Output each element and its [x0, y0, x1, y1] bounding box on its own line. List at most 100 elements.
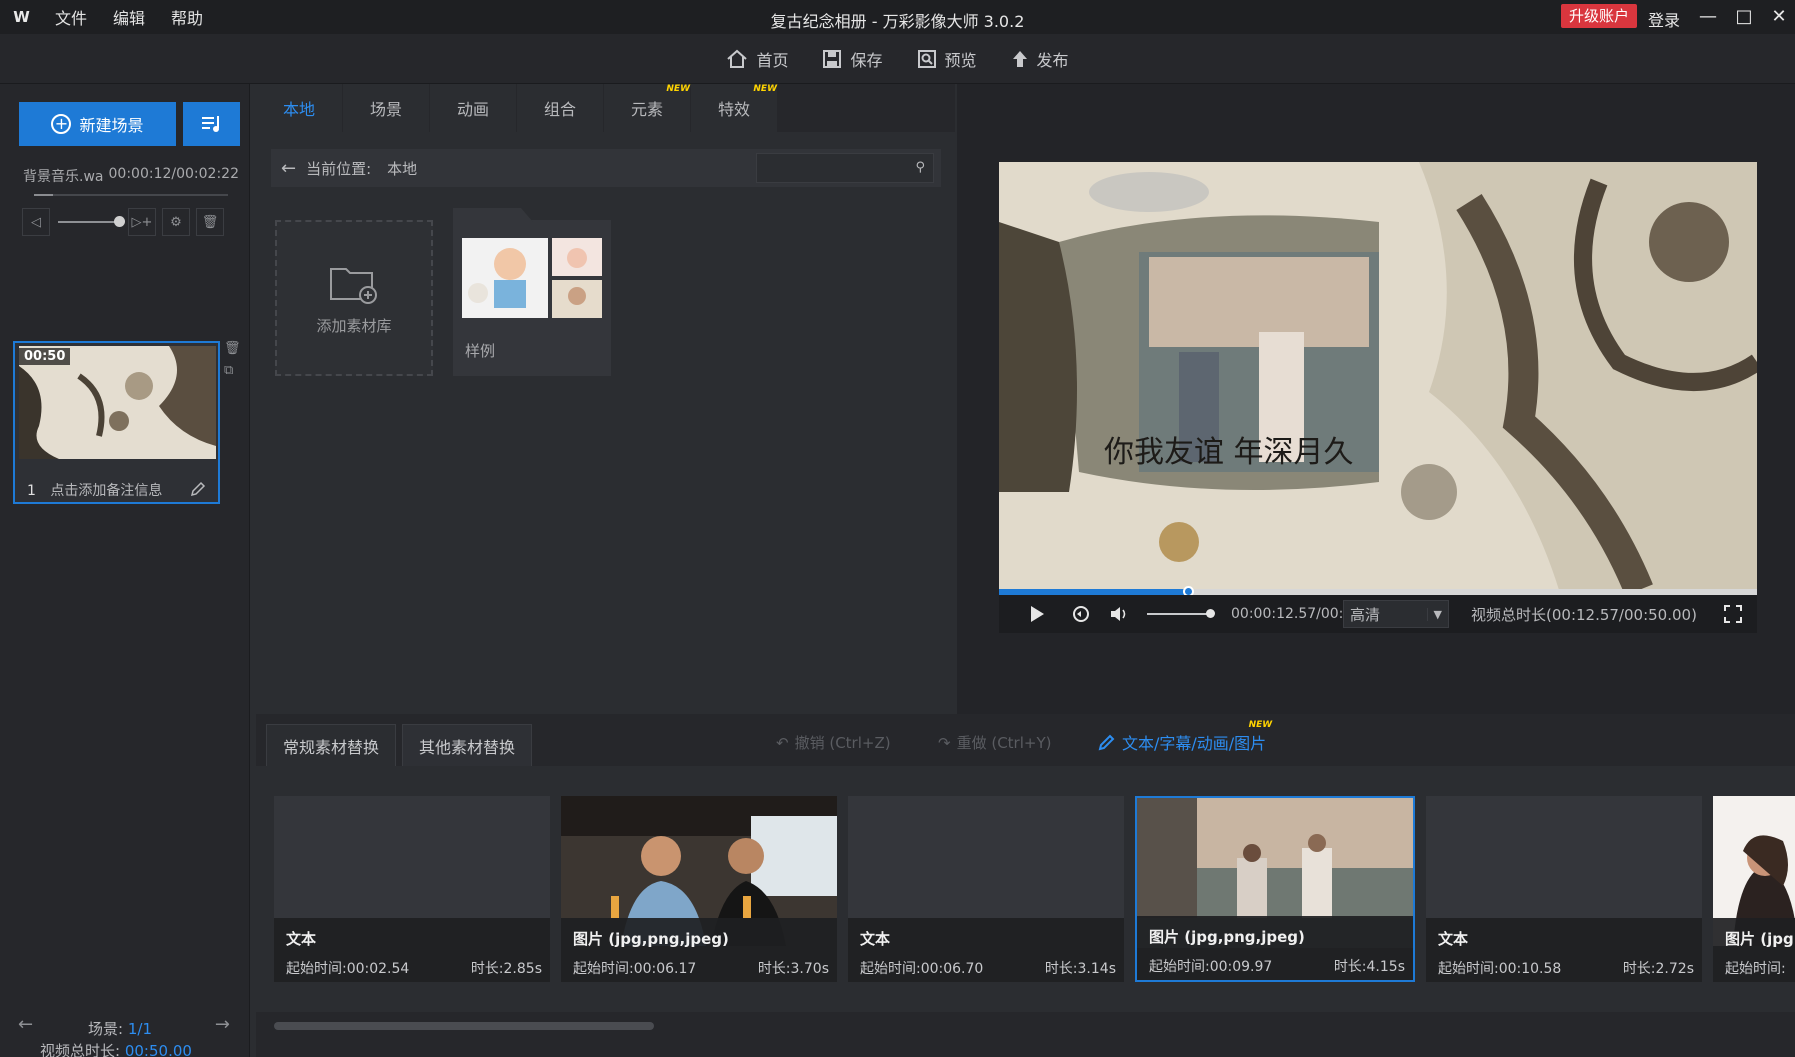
home-button[interactable]: 首页 — [726, 47, 788, 71]
menu-file[interactable]: 文件 — [55, 5, 87, 29]
search-icon[interactable]: ⚲ — [915, 160, 925, 175]
video-preview[interactable]: 你我友谊 年深月久 — [999, 162, 1757, 590]
edit-text-animation-link[interactable]: 文本/字幕/动画/图片 NEW — [1098, 720, 1272, 754]
tab-scene-label: 场景 — [369, 100, 402, 119]
material-replace-panel: 常规素材替换 其他素材替换 ↶ 撤销 (Ctrl+Z) ↷ 重做 (Ctrl+Y… — [256, 714, 1795, 1057]
scene-count-value: 1/1 — [127, 1020, 152, 1038]
total-duration: 视频总时长: 00:50.00 — [40, 1040, 192, 1057]
material-caption: 文本 起始时间:00:10.58 时长:2.72s — [1426, 918, 1702, 982]
edit-icon[interactable] — [190, 481, 206, 497]
video-controls: 00:00:12.57/00:00:50 高清 ▼ 视频总时长(00:12.57… — [999, 595, 1757, 633]
tab-local-label: 本地 — [282, 100, 315, 119]
pencil-icon — [1098, 734, 1115, 751]
material-kind: 文本 — [860, 930, 891, 948]
scene-card[interactable]: 00:50 1 点击添加备注信息 — [13, 341, 220, 504]
material-start: 起始时间:00:10.58 — [1438, 961, 1562, 977]
material-item[interactable]: 文本 起始时间:00:10.58 时长:2.72s — [1426, 796, 1702, 982]
tab-scene[interactable]: 场景 — [343, 84, 429, 132]
tab-group[interactable]: 组合 — [517, 84, 603, 132]
preview-button[interactable]: 预览 — [917, 47, 977, 71]
chevron-down-icon: ▼ — [1426, 607, 1442, 621]
material-strip: 文本 起始时间:00:02.54 时长:2.85s 图片 (jpg,png,jp… — [256, 766, 1795, 1012]
undo-button[interactable]: ↶ 撤销 (Ctrl+Z) — [776, 732, 891, 753]
material-start: 起始时间:00:02.54 — [286, 961, 410, 977]
copy-scene-icon[interactable]: ⧉ — [224, 363, 233, 378]
volume-down-icon[interactable]: ◁ — [22, 208, 50, 236]
menu-bar: 文件 编辑 帮助 — [42, 5, 216, 29]
tab-other-replace[interactable]: 其他素材替换 — [402, 724, 533, 766]
next-scene-icon[interactable]: → — [215, 1014, 230, 1035]
menu-edit[interactable]: 编辑 — [113, 5, 145, 29]
save-button[interactable]: 保存 — [822, 47, 883, 71]
folder-add-icon — [330, 267, 377, 304]
menu-help[interactable]: 帮助 — [171, 5, 203, 29]
tab-animation[interactable]: 动画 — [430, 84, 516, 132]
sample-folder[interactable]: 样例 — [453, 208, 611, 376]
music-volume-knob[interactable] — [114, 216, 125, 227]
close-icon[interactable]: ✕ — [1766, 4, 1792, 30]
music-progress-fill — [34, 194, 54, 196]
material-item[interactable]: 文本 起始时间:00:06.70 时长:3.14s — [848, 796, 1124, 982]
video-volume-slider[interactable] — [1147, 609, 1215, 618]
back-arrow-icon[interactable]: ← — [281, 158, 296, 179]
scene-note-text: 点击添加备注信息 — [50, 483, 163, 499]
upload-icon — [1012, 50, 1027, 67]
prev-scene-icon[interactable]: ← — [18, 1014, 33, 1035]
video-volume-knob[interactable] — [1206, 609, 1215, 618]
material-kind: 图片 (jpg — [1725, 930, 1794, 948]
library-search-input[interactable]: ⚲ — [756, 153, 934, 183]
material-item[interactable]: 图片 (jpg,png,jpeg) 起始时间:00:06.17 时长:3.70s — [561, 796, 837, 982]
tab-effect[interactable]: 特效 NEW — [691, 84, 777, 132]
login-button[interactable]: 登录 — [1648, 7, 1680, 31]
tab-local[interactable]: 本地 — [256, 84, 342, 132]
tab-regular-replace[interactable]: 常规素材替换 — [266, 724, 397, 766]
redo-button[interactable]: ↷ 重做 (Ctrl+Y) — [938, 732, 1051, 753]
delete-scene-icon[interactable]: 🗑 — [224, 341, 241, 356]
music-volume-slider[interactable] — [58, 216, 125, 227]
trash-icon[interactable]: 🗑 — [196, 208, 224, 236]
add-library-button[interactable]: 添加素材库 — [275, 220, 433, 376]
material-start: 起始时间: — [1725, 961, 1786, 977]
material-item[interactable]: 文本 起始时间:00:02.54 时长:2.85s — [274, 796, 550, 982]
scrollbar-thumb[interactable] — [274, 1022, 654, 1030]
new-scene-button[interactable]: + 新建场景 — [19, 102, 176, 146]
upgrade-account-button[interactable]: 升级账户 — [1561, 4, 1638, 28]
material-kind: 图片 (jpg,png,jpeg) — [1149, 928, 1305, 946]
video-timecode: 00:00:12.57/00:00:50 — [1231, 606, 1343, 622]
maximize-icon[interactable]: □ — [1731, 4, 1757, 30]
home-label: 首页 — [756, 50, 789, 70]
preview-label: 预览 — [944, 50, 977, 70]
music-progress-bar[interactable] — [34, 194, 228, 196]
material-item[interactable]: 图片 (jpg 起始时间: — [1713, 796, 1795, 982]
scene-list-button[interactable] — [183, 102, 240, 146]
scene-note[interactable]: 1 点击添加备注信息 — [27, 480, 162, 500]
material-item-selected[interactable]: 图片 (jpg,png,jpeg) 起始时间:00:09.97 时长:4.15s — [1135, 796, 1415, 982]
material-duration: 时长:2.72s — [1622, 961, 1694, 977]
undo-icon: ↶ — [776, 733, 789, 752]
volume-up-icon[interactable]: ▷+ — [128, 208, 156, 236]
save-icon — [823, 49, 842, 68]
play-icon[interactable] — [1029, 605, 1045, 623]
volume-icon[interactable] — [1109, 605, 1129, 623]
material-kind: 文本 — [1438, 930, 1469, 948]
gear-icon[interactable]: ⚙ — [162, 208, 190, 236]
scene-footer: ← → 场景: 1/1 视频总时长: 00:50.00 — [0, 1004, 250, 1057]
quality-select[interactable]: 高清 ▼ — [1343, 600, 1449, 628]
new-badge: NEW — [666, 84, 690, 94]
material-caption: 图片 (jpg,png,jpeg) 起始时间:00:06.17 时长:3.70s — [561, 918, 837, 982]
music-controls: ◁ ▷+ ⚙ 🗑 — [22, 204, 240, 240]
horizontal-scrollbar[interactable] — [274, 1020, 1795, 1032]
publish-label: 发布 — [1036, 50, 1069, 70]
publish-button[interactable]: 发布 — [1011, 47, 1069, 71]
sample-folder-label: 样例 — [465, 342, 496, 360]
redo-label: 重做 (Ctrl+Y) — [956, 734, 1052, 752]
playlist-icon — [201, 116, 219, 132]
minimize-icon[interactable]: — — [1695, 4, 1721, 30]
background-music-row[interactable]: 背景音乐.wa 00:00:12/00:02:22 — [23, 166, 239, 186]
material-start: 起始时间:00:09.97 — [1149, 959, 1273, 975]
fullscreen-icon[interactable] — [1723, 604, 1743, 624]
replay-icon[interactable] — [1071, 604, 1091, 624]
tab-element-label: 元素 — [630, 100, 663, 119]
tab-element[interactable]: 元素 NEW — [604, 84, 690, 132]
material-caption: 图片 (jpg 起始时间: — [1713, 918, 1795, 982]
